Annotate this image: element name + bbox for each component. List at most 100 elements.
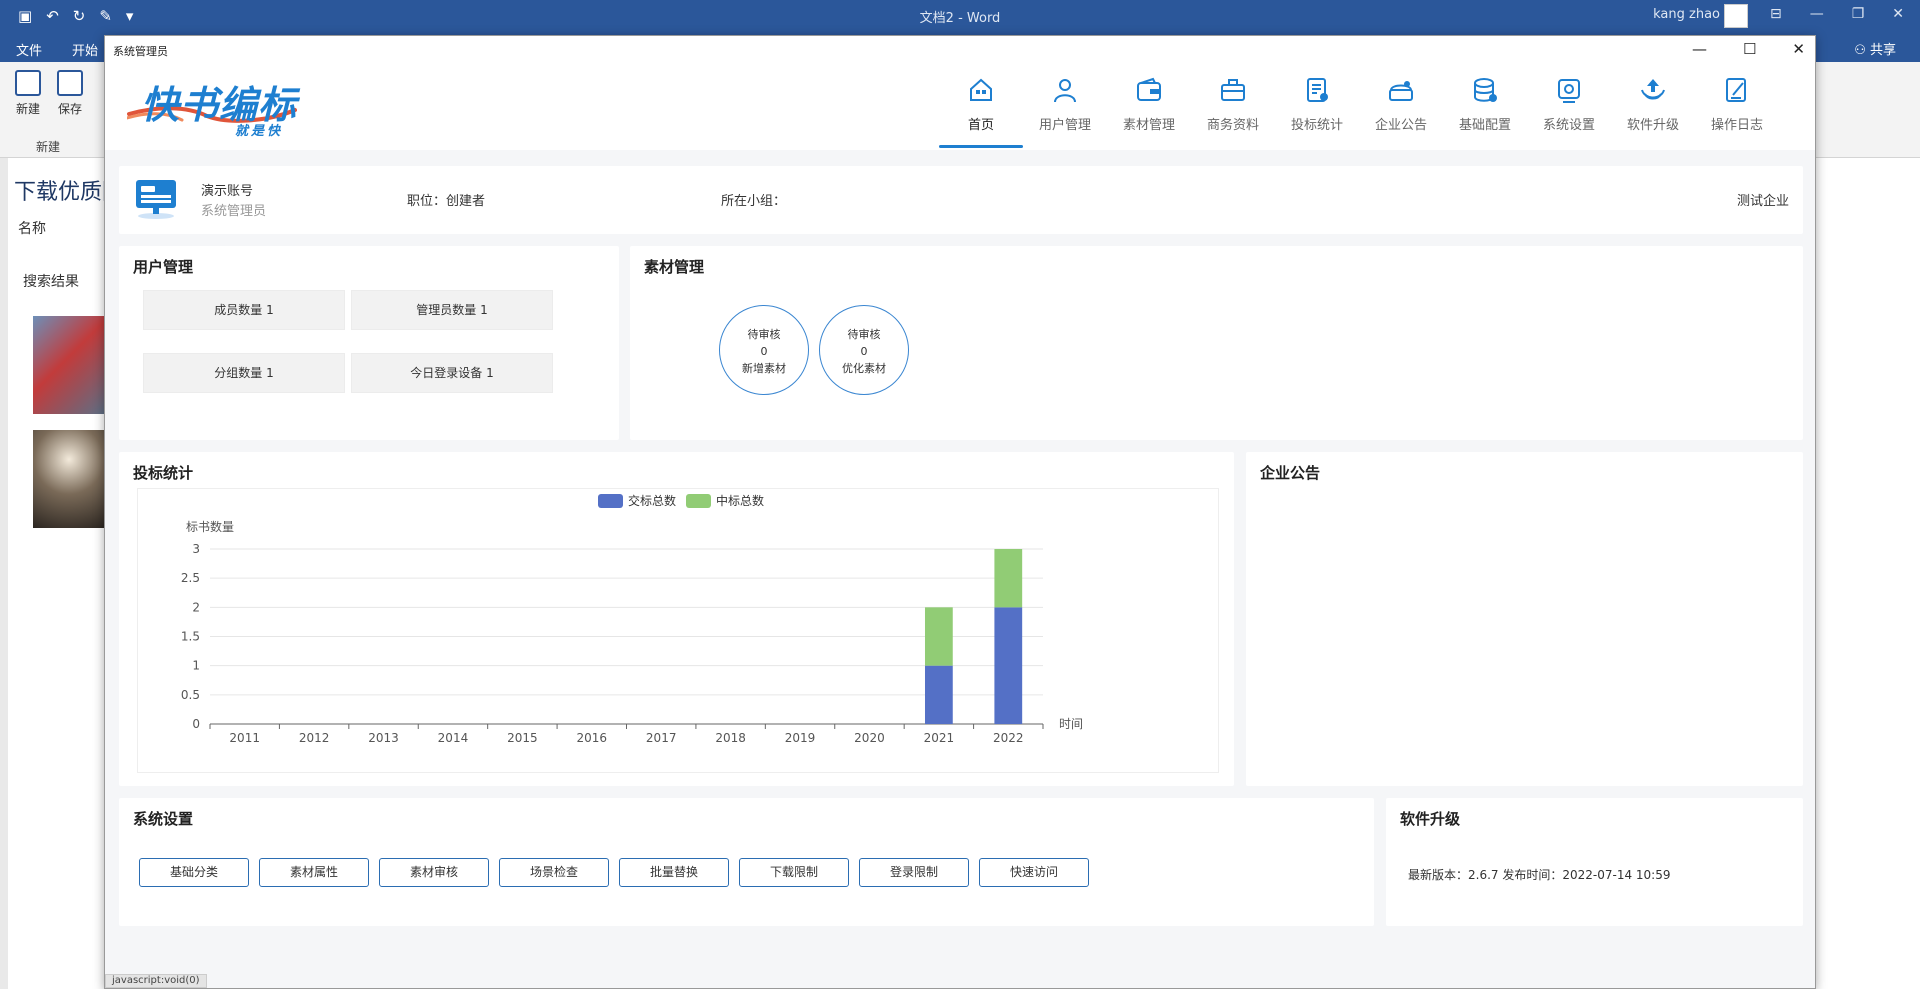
download-limit-button[interactable]: 下载限制 bbox=[739, 858, 849, 887]
scrollbar[interactable] bbox=[0, 158, 8, 989]
database-icon bbox=[1474, 78, 1497, 102]
bid-chart-svg: 交标总数 中标总数标书数量 0 0.5 1 1.5 2 2.5 3 2011 2012 2013 201… bbox=[181, 493, 1083, 745]
y-tick-label: 0.5 bbox=[181, 688, 200, 702]
account-name: 演示账号 bbox=[201, 184, 254, 199]
nav-item-3[interactable]: 商务资料 bbox=[1191, 64, 1275, 150]
batch-replace-button[interactable]: 批量替换 bbox=[619, 858, 729, 887]
card-title: 系统设置 bbox=[133, 810, 194, 828]
pending-optimized-material-circle[interactable]: 待审核 0 优化素材 bbox=[819, 305, 909, 395]
card-title: 素材管理 bbox=[644, 258, 705, 276]
nav-label: 投标统计 bbox=[1290, 118, 1343, 133]
account-role: 系统管理员 bbox=[201, 204, 267, 219]
nav-label: 素材管理 bbox=[1122, 118, 1175, 133]
software-upgrade-card: 软件升级 最新版本：2.6.7 发布时间：2022-07-14 10:59 bbox=[1386, 798, 1803, 926]
login-device-stat[interactable]: 今日登录设备 1 bbox=[351, 353, 553, 393]
account-position: 职位：创建者 bbox=[407, 194, 486, 209]
log-icon bbox=[1726, 78, 1746, 102]
nav-label: 系统设置 bbox=[1542, 118, 1595, 133]
circle-caption: 新增素材 bbox=[742, 362, 786, 375]
nav-item-5[interactable]: 企业公告 bbox=[1359, 64, 1443, 150]
x-tick-label: 2017 bbox=[646, 731, 677, 745]
maximize-icon[interactable]: ☐ bbox=[1743, 40, 1756, 58]
card-title: 软件升级 bbox=[1400, 810, 1461, 828]
restore-icon[interactable]: ❐ bbox=[1852, 6, 1865, 22]
scene-check-button[interactable]: 场景检查 bbox=[499, 858, 609, 887]
circle-label: 待审核 bbox=[847, 328, 881, 341]
nav-item-2[interactable]: 素材管理 bbox=[1107, 64, 1191, 150]
nav-item-6[interactable]: 基础配置 bbox=[1443, 64, 1527, 150]
share-button[interactable]: ⚇ 共享 bbox=[1854, 39, 1896, 58]
card-title: 投标统计 bbox=[133, 464, 194, 482]
home-icon bbox=[970, 78, 992, 101]
bar-2022-series-1 bbox=[994, 549, 1023, 608]
status-bar: javascript:void(0) bbox=[105, 974, 207, 988]
app-titlebar: 系统管理员 — ☐ ✕ bbox=[105, 36, 1815, 64]
nav-item-9[interactable]: 操作日志 bbox=[1695, 64, 1779, 150]
nav-item-1[interactable]: 用户管理 bbox=[1023, 64, 1107, 150]
app-window: 系统管理员 — ☐ ✕ 快书编标 就是快 首页 用户管理 素材管理 商务资料 投标统计企… bbox=[104, 35, 1816, 989]
new-document-icon bbox=[15, 70, 41, 96]
x-tick-label: 2016 bbox=[577, 731, 608, 745]
x-tick-label: 2018 bbox=[715, 731, 746, 745]
quick-access-button[interactable]: 快速访问 bbox=[979, 858, 1089, 887]
report-icon bbox=[1307, 78, 1328, 102]
nav-label: 首页 bbox=[967, 118, 994, 133]
y-axis-label: 标书数量 bbox=[186, 519, 234, 534]
x-tick-label: 2022 bbox=[993, 731, 1024, 745]
menu-file[interactable]: 文件 bbox=[16, 40, 42, 59]
monitor-icon bbox=[136, 180, 176, 219]
wallet-icon bbox=[1137, 77, 1161, 101]
nav-label: 企业公告 bbox=[1374, 118, 1427, 133]
save-label: 保存 bbox=[57, 102, 82, 116]
ribbon-group-label: 新建 bbox=[36, 140, 61, 154]
document-title: 文档2 - Word bbox=[919, 11, 1001, 26]
user-name[interactable]: kang zhao bbox=[1653, 7, 1720, 22]
admin-count-stat[interactable]: 管理员数量 1 bbox=[351, 290, 553, 330]
x-tick-label: 2021 bbox=[924, 731, 955, 745]
close-icon[interactable]: ✕ bbox=[1792, 40, 1805, 58]
close-icon[interactable]: ✕ bbox=[1892, 6, 1904, 22]
login-limit-button[interactable]: 登录限制 bbox=[859, 858, 969, 887]
notice-card: 企业公告 bbox=[1246, 452, 1803, 786]
new-button[interactable]: 新建 bbox=[10, 70, 46, 117]
account-card: 演示账号 系统管理员 职位：创建者 所在小组： 测试企业 bbox=[119, 166, 1803, 234]
y-tick-label: 1.5 bbox=[181, 630, 200, 644]
person-icon: ⚇ bbox=[1854, 43, 1870, 58]
material-attribute-button[interactable]: 素材属性 bbox=[259, 858, 369, 887]
user-icon bbox=[1054, 79, 1076, 103]
x-axis-label: 时间 bbox=[1059, 717, 1083, 731]
x-tick-label: 2013 bbox=[368, 731, 399, 745]
nav-item-0[interactable]: 首页 bbox=[939, 64, 1023, 150]
menu-home[interactable]: 开始 bbox=[72, 40, 98, 59]
card-title: 企业公告 bbox=[1260, 464, 1321, 482]
bar-2022-series-0 bbox=[994, 607, 1023, 724]
avatar[interactable] bbox=[1724, 4, 1748, 28]
nav-label: 操作日志 bbox=[1710, 118, 1763, 133]
nav-item-7[interactable]: 系统设置 bbox=[1527, 64, 1611, 150]
minimize-icon[interactable]: — bbox=[1810, 6, 1824, 22]
ribbon-display-icon[interactable]: ⊟ bbox=[1770, 6, 1782, 22]
share-label: 共享 bbox=[1869, 43, 1896, 58]
pending-new-material-circle[interactable]: 待审核 0 新增素材 bbox=[719, 305, 809, 395]
minimize-icon[interactable]: — bbox=[1692, 40, 1707, 58]
legend-label: 中标总数 bbox=[716, 493, 764, 508]
x-tick-label: 2011 bbox=[229, 731, 260, 745]
material-review-button[interactable]: 素材审核 bbox=[379, 858, 489, 887]
material-management-card: 素材管理 待审核 0 新增素材 待审核 0 优化素材 bbox=[630, 246, 1803, 440]
basic-category-button[interactable]: 基础分类 bbox=[139, 858, 249, 887]
nav-item-4[interactable]: 投标统计 bbox=[1275, 64, 1359, 150]
group-count-stat[interactable]: 分组数量 1 bbox=[143, 353, 345, 393]
window-title: 系统管理员 bbox=[113, 45, 168, 58]
x-tick-label: 2014 bbox=[438, 731, 469, 745]
bar-2021-series-1 bbox=[924, 607, 953, 666]
save-button[interactable]: 保存 bbox=[52, 70, 88, 117]
member-count-stat[interactable]: 成员数量 1 bbox=[143, 290, 345, 330]
result-thumbnail[interactable] bbox=[33, 316, 105, 414]
nav-item-8[interactable]: 软件升级 bbox=[1611, 64, 1695, 150]
system-settings-card: 系统设置 基础分类 素材属性 素材审核 场景检查 批量替换 下载限制 登录限制 … bbox=[119, 798, 1374, 926]
bar-2021-series-0 bbox=[924, 665, 953, 724]
x-tick-label: 2019 bbox=[785, 731, 816, 745]
result-thumbnail[interactable] bbox=[33, 430, 105, 528]
version-info: 最新版本：2.6.7 发布时间：2022-07-14 10:59 bbox=[1408, 868, 1671, 882]
nav-label: 用户管理 bbox=[1038, 118, 1091, 133]
